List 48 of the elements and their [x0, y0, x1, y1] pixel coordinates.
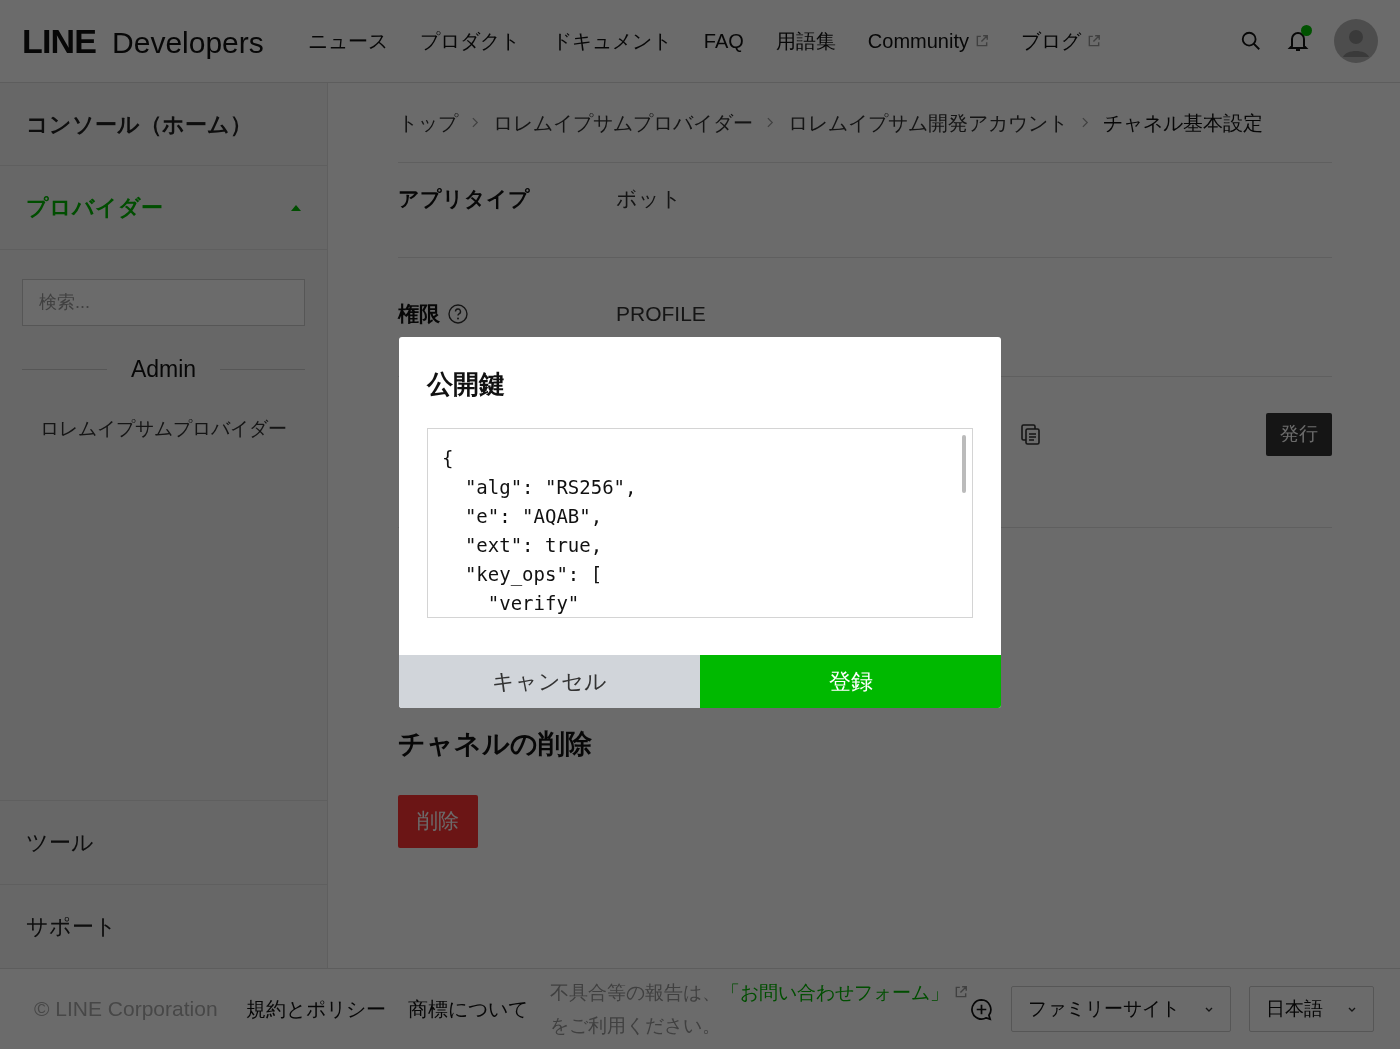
section-title: プロバイダー — [26, 194, 163, 222]
setting-value: ボット — [616, 186, 682, 212]
dropdown[interactable]: ファミリーサイト — [1011, 986, 1231, 1032]
setting-value: PROFILE — [616, 301, 706, 327]
nav-link[interactable]: ニュース — [307, 26, 388, 56]
avatar-icon[interactable] — [1334, 19, 1378, 63]
cancel-button[interactable]: キャンセル — [399, 655, 700, 708]
breadcrumb-link[interactable]: ロレムイプサムプロバイダー — [493, 107, 753, 138]
chevron-right-icon — [767, 117, 774, 128]
chat-icon[interactable] — [970, 997, 993, 1021]
delete-button[interactable]: 削除 — [398, 794, 478, 848]
external-link-icon — [953, 985, 968, 999]
public-key-field[interactable]: { "alg": "RS256", "e": "AQAB", "ext": true, "key_ops": [ "verify" — [427, 428, 973, 618]
nav-link[interactable]: ブログ — [1020, 26, 1101, 56]
issue-button[interactable]: 発行 — [1266, 413, 1332, 456]
external-link-icon — [1086, 34, 1101, 48]
sidebar-link[interactable]: ツール — [26, 826, 94, 859]
breadcrumb-link[interactable]: トップ — [398, 107, 458, 138]
scrollbar[interactable] — [962, 435, 966, 493]
external-link-icon — [974, 34, 989, 48]
help-icon[interactable] — [448, 303, 468, 324]
breadcrumb-link[interactable]: ロレムイプサム開発アカウント — [788, 107, 1068, 138]
nav-link[interactable]: Community — [867, 26, 989, 56]
nav-link[interactable]: FAQ — [703, 26, 744, 56]
caret-up-icon — [291, 204, 301, 211]
sidebar-link[interactable]: コンソール（ホーム） — [26, 107, 252, 141]
register-button[interactable]: 登録 — [700, 655, 1001, 708]
group-label: Admin — [130, 355, 197, 384]
nav-link[interactable]: ドキュメント — [551, 26, 672, 56]
nav-link[interactable]: 用語集 — [775, 26, 836, 56]
chevron-right-icon — [472, 117, 479, 128]
dropdown[interactable]: 日本語 — [1249, 986, 1374, 1032]
copy-icon[interactable] — [1020, 423, 1042, 445]
logo[interactable]: LINE Developers — [22, 15, 264, 67]
provider-link[interactable]: ロレムイプサムプロバイダー — [22, 414, 305, 443]
section-heading: チャネルの削除 — [398, 728, 593, 761]
chevron-right-icon — [1082, 117, 1089, 128]
setting-label: アプリタイプ — [398, 186, 530, 212]
setting-label: 権限 — [398, 301, 440, 327]
contact-form-link[interactable]: 「お問い合わせフォーム」 — [720, 982, 949, 1003]
footer-link[interactable]: 商標について — [407, 994, 528, 1024]
breadcrumb-link[interactable]: チャネル基本設定 — [1103, 107, 1263, 138]
search-icon[interactable] — [1240, 30, 1262, 52]
nav-link[interactable]: プロダクト — [419, 26, 520, 56]
sidebar-link[interactable]: サポート — [26, 910, 117, 943]
footer-link[interactable]: 規約とポリシー — [245, 994, 386, 1024]
dialog-title: 公開鍵 — [427, 368, 506, 401]
bell-icon — [1286, 29, 1310, 53]
